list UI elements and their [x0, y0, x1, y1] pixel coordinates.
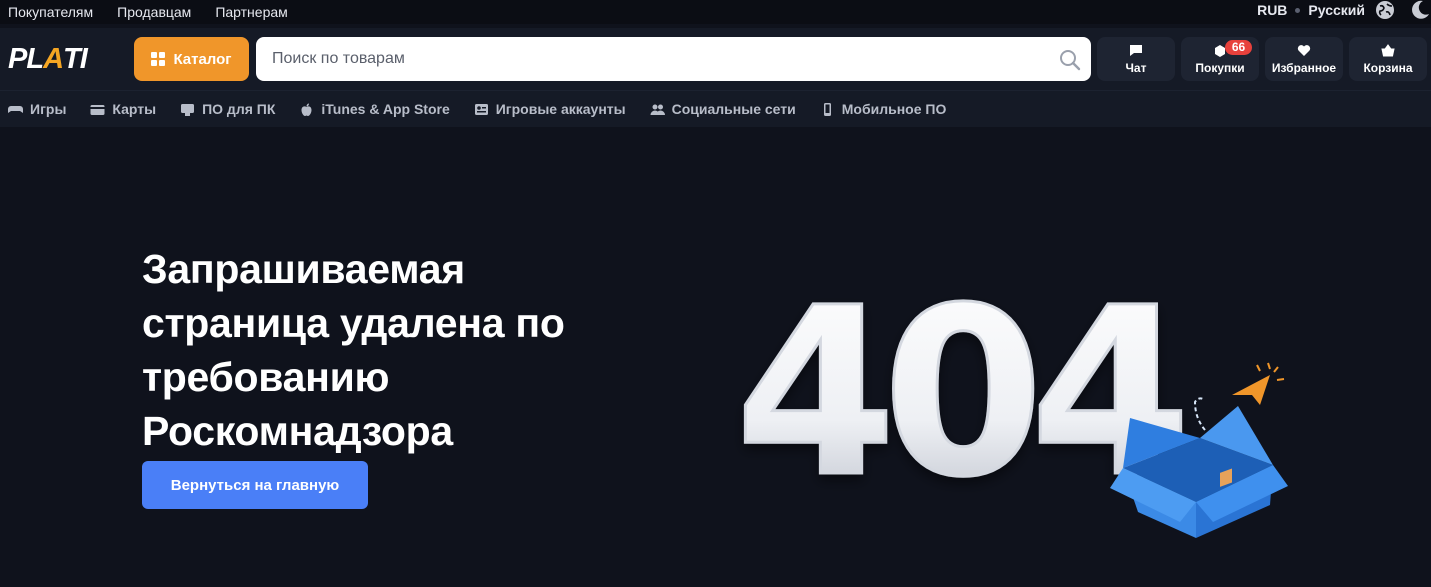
category-label: iTunes & App Store — [321, 101, 450, 117]
gamepad-icon — [8, 105, 23, 113]
catalog-label: Каталог — [173, 50, 232, 68]
title-line: страница удалена по — [142, 300, 565, 346]
chat-icon — [1130, 44, 1142, 56]
currency-selector[interactable]: RUB — [1257, 2, 1287, 18]
title-line: Роскомнадзора — [142, 408, 453, 454]
category-label: Карты — [112, 101, 157, 117]
logo-text-start: PL — [8, 42, 44, 75]
cart-button[interactable]: Корзина — [1349, 37, 1427, 81]
purchases-label: Покупки — [1195, 60, 1245, 75]
chat-button[interactable]: Чат — [1097, 37, 1175, 81]
title-line: Запрашиваемая — [142, 246, 465, 292]
category-label: Социальные сети — [671, 101, 796, 117]
software-icon — [181, 103, 195, 116]
account-icon — [474, 103, 488, 115]
title-line: требованию — [142, 354, 390, 400]
main-header: PLATI Каталог Чат Покупки 66 Избранное К… — [0, 28, 1431, 90]
chat-label: Чат — [1125, 60, 1147, 75]
purchases-count-badge: 66 — [1225, 40, 1252, 55]
category-nav: Игры Карты ПО для ПК iTunes & App Store … — [0, 90, 1431, 127]
search-icon[interactable] — [1059, 49, 1081, 71]
error-404-illustration: 404 — [734, 257, 1288, 538]
language-selector[interactable]: Русский — [1308, 2, 1365, 18]
grid-icon — [151, 52, 166, 66]
basket-icon — [1381, 43, 1395, 56]
purchases-button[interactable]: Покупки 66 — [1181, 37, 1259, 81]
separator-dot — [1295, 7, 1301, 13]
favorites-button[interactable]: Избранное — [1265, 37, 1343, 81]
logo-arrow-icon — [1232, 362, 1285, 405]
category-cards[interactable]: Карты — [90, 101, 156, 117]
logo-text-end: TI — [63, 42, 88, 75]
logo-accent-letter: A — [43, 42, 64, 75]
card-icon — [90, 104, 105, 115]
category-label: Игры — [30, 101, 67, 117]
category-itunes[interactable]: iTunes & App Store — [299, 101, 450, 117]
category-mobile[interactable]: Мобильное ПО — [820, 101, 947, 117]
category-games[interactable]: Игры — [8, 101, 66, 117]
category-game-accounts[interactable]: Игровые аккаунты — [474, 101, 626, 117]
error-title: Запрашиваемая страница удалена по требов… — [142, 242, 662, 458]
top-settings: RUB Русский — [1257, 0, 1431, 20]
category-label: ПО для ПК — [202, 101, 276, 117]
people-icon — [650, 104, 665, 115]
top-link-sellers[interactable]: Продавцам — [117, 4, 191, 20]
category-pc-software[interactable]: ПО для ПК — [180, 101, 275, 117]
heart-icon — [1297, 44, 1311, 56]
globe-icon[interactable] — [1375, 0, 1395, 20]
search-input[interactable] — [256, 37, 1036, 81]
apple-icon — [301, 103, 312, 116]
catalog-button[interactable]: Каталог — [134, 37, 249, 81]
favorites-label: Избранное — [1271, 60, 1337, 75]
top-link-partners[interactable]: Партнерам — [215, 4, 287, 20]
back-home-button[interactable]: Вернуться на главную — [142, 461, 368, 509]
moon-icon[interactable] — [1409, 0, 1431, 21]
mobile-icon — [823, 102, 831, 116]
category-label: Мобильное ПО — [841, 101, 947, 117]
search-box — [256, 37, 1091, 81]
top-utility-bar: Покупателям Продавцам Партнерам RUB Русс… — [0, 0, 1431, 24]
category-label: Игровые аккаунты — [495, 101, 626, 117]
top-link-buyers[interactable]: Покупателям — [8, 4, 93, 20]
plati-logo[interactable]: PL A TI — [8, 42, 88, 75]
cart-label: Корзина — [1363, 60, 1413, 75]
category-social[interactable]: Социальные сети — [650, 101, 796, 117]
top-links: Покупателям Продавцам Партнерам — [8, 0, 288, 24]
